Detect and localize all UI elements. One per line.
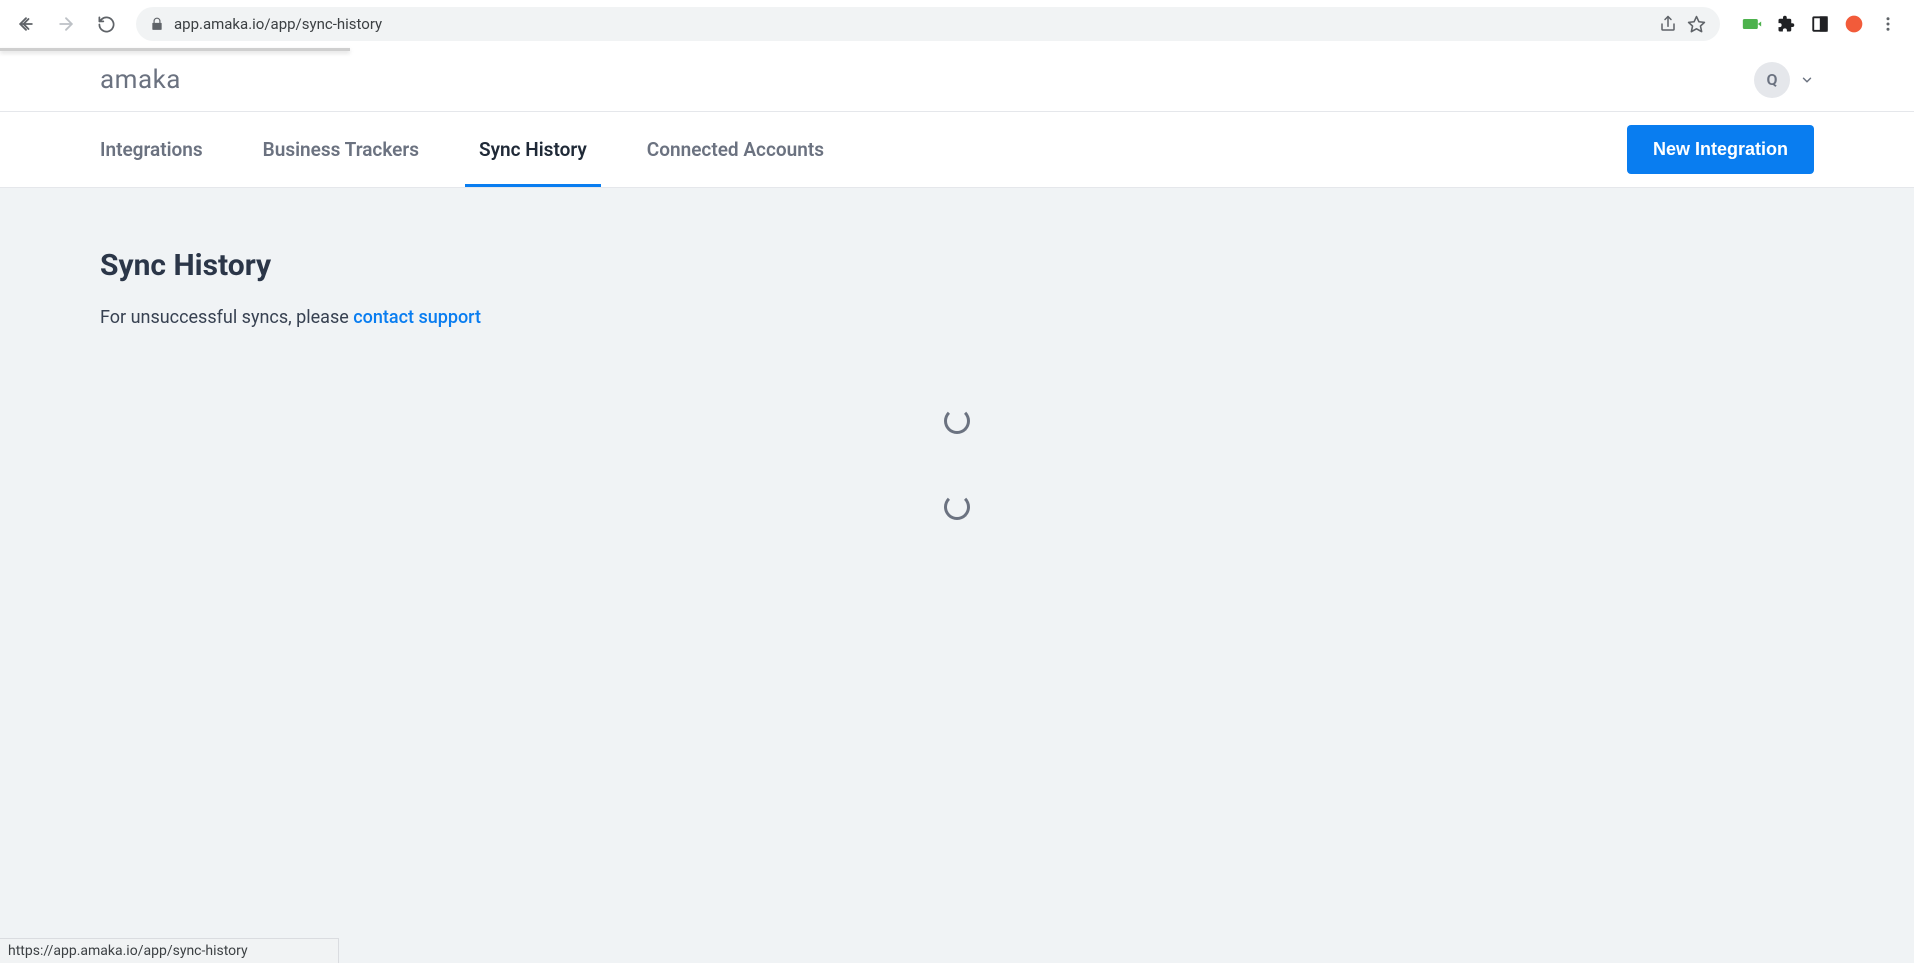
tab-connected-accounts[interactable]: Connected Accounts [647,112,824,187]
extension-orange-icon[interactable] [1844,14,1864,34]
tab-sync-history[interactable]: Sync History [479,112,587,187]
tab-loading-indicator [0,48,350,51]
spinner-icon [944,408,970,434]
extensions-area [1734,14,1904,34]
chevron-down-icon [1800,73,1814,87]
bookmark-star-icon[interactable] [1687,15,1706,34]
main-content: Sync History For unsuccessful syncs, ple… [0,188,1914,963]
extensions-puzzle-icon[interactable] [1776,14,1796,34]
reload-button[interactable] [90,8,122,40]
avatar: Q [1754,62,1790,98]
chrome-menu-icon[interactable] [1878,14,1898,34]
share-icon[interactable] [1659,15,1677,33]
spinner-icon [944,494,970,520]
forward-button[interactable] [50,8,82,40]
lock-icon [150,17,164,31]
back-button[interactable] [10,8,42,40]
tabs: Integrations Business Trackers Sync Hist… [100,112,824,187]
browser-toolbar: app.amaka.io/app/sync-history [0,0,1914,48]
logo[interactable]: amaka [100,65,181,95]
tab-integrations[interactable]: Integrations [100,112,203,187]
app-header: amaka Q [0,48,1914,112]
new-integration-button[interactable]: New Integration [1627,125,1814,174]
extension-green-icon[interactable] [1742,14,1762,34]
address-bar[interactable]: app.amaka.io/app/sync-history [136,7,1720,41]
user-menu[interactable]: Q [1754,62,1814,98]
tab-business-trackers[interactable]: Business Trackers [263,112,419,187]
contact-support-link[interactable]: contact support [353,307,481,328]
subtitle-text: For unsuccessful syncs, please [100,307,353,328]
page-title: Sync History [100,248,1814,283]
nav-bar: Integrations Business Trackers Sync Hist… [0,112,1914,188]
panel-icon[interactable] [1810,14,1830,34]
loading-area [100,408,1814,520]
url-text: app.amaka.io/app/sync-history [174,15,1649,33]
page-subtitle: For unsuccessful syncs, please contact s… [100,307,1814,328]
status-bar: https://app.amaka.io/app/sync-history [0,938,339,963]
